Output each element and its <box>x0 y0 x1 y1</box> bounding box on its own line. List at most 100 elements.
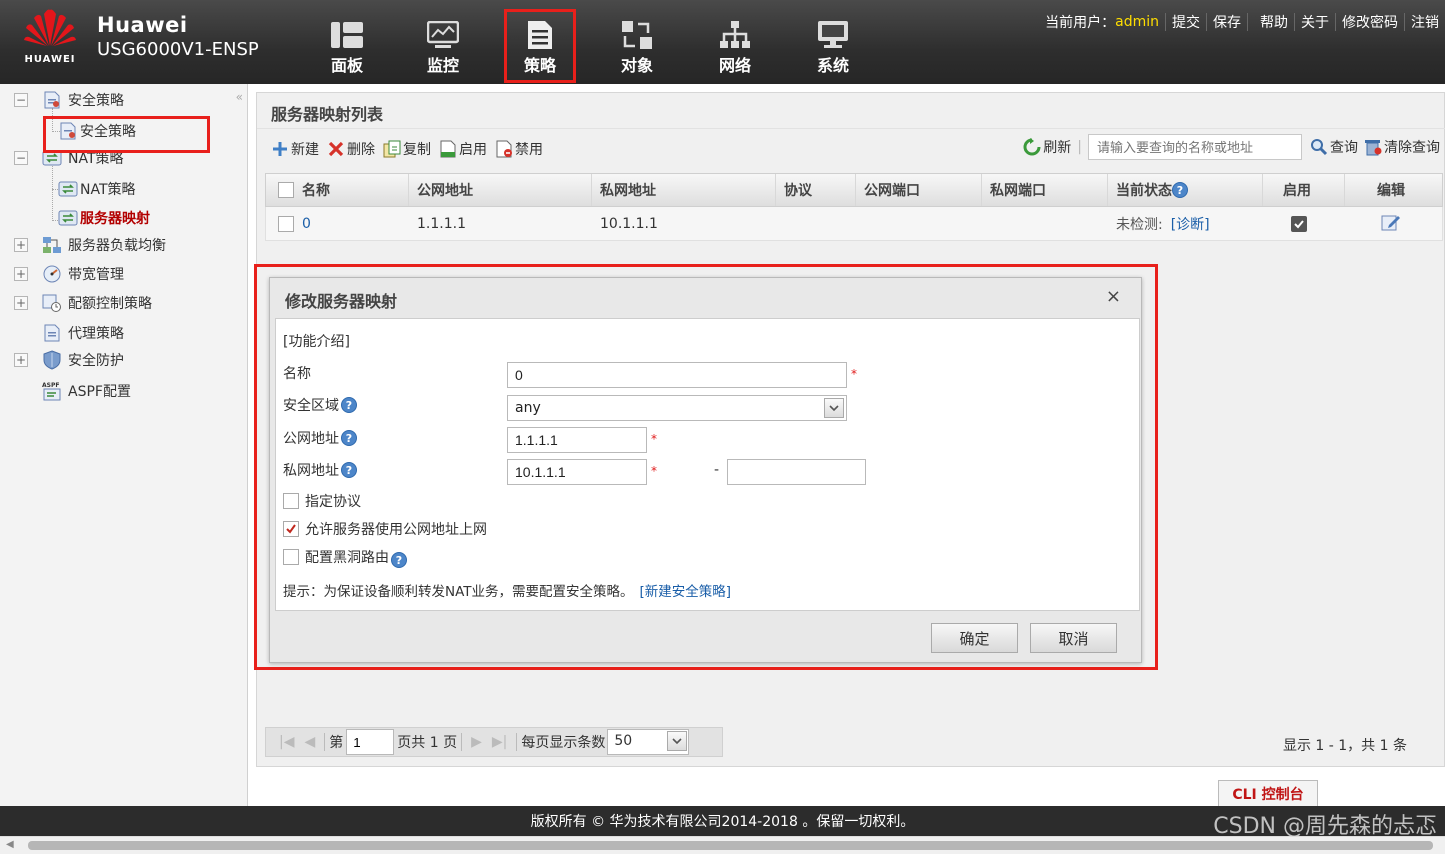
name-label: 名称 <box>283 366 311 382</box>
help-icon[interactable]: ? <box>1172 182 1188 198</box>
save-link[interactable]: 保存 <box>1207 12 1247 32</box>
page-number-input[interactable] <box>346 729 395 755</box>
huawei-logo: HUAWEI <box>18 8 82 68</box>
sidebar-item-nat-policy[interactable]: NAT策略 <box>58 177 136 201</box>
ok-button[interactable]: 确定 <box>931 623 1018 653</box>
expand-icon[interactable]: + <box>14 296 28 310</box>
copy-button[interactable]: 复制 <box>383 139 431 159</box>
edit-server-mapping-dialog: 修改服务器映射 × [功能介绍] 名称 * 安全区域 ? any 公网地址 ? … <box>269 277 1142 663</box>
specify-protocol-row[interactable]: 指定协议 <box>283 491 361 511</box>
edit-icon[interactable] <box>1381 213 1401 235</box>
table-row[interactable]: 0 1.1.1.1 10.1.1.1 未检测: [诊断] <box>265 207 1443 241</box>
feature-intro-link[interactable]: [功能介绍] <box>283 331 350 351</box>
hint-text: 提示：为保证设备顺利转发NAT业务，需要配置安全策略。 <box>283 584 634 600</box>
cancel-button[interactable]: 取消 <box>1030 623 1117 653</box>
next-page-icon[interactable]: ▶ <box>466 734 487 750</box>
help-icon[interactable]: ? <box>391 552 407 568</box>
sidebar-item-quota-control[interactable]: + 配额控制策略 <box>14 291 152 315</box>
private-address-label: 私网地址 <box>283 463 339 479</box>
delete-x-icon <box>327 140 345 158</box>
sidebar-item-aspf[interactable]: ASPF ASPF配置 <box>42 379 131 403</box>
help-link[interactable]: 帮助 <box>1254 12 1294 32</box>
scroll-left-icon[interactable]: ◀ <box>6 839 14 850</box>
nav-monitor[interactable]: 监控 <box>410 10 476 82</box>
sidebar-item-label: 配额控制策略 <box>68 296 152 312</box>
nav-policy[interactable]: 策略 <box>504 9 576 83</box>
page-prefix: 第 <box>329 735 344 751</box>
row-checkbox[interactable] <box>278 215 294 232</box>
nav-network[interactable]: 网络 <box>700 10 770 82</box>
collapse-icon[interactable]: − <box>14 151 28 165</box>
nav-dashboard[interactable]: 面板 <box>314 10 380 82</box>
public-address-field[interactable] <box>507 427 647 453</box>
first-page-icon[interactable]: |◀ <box>274 734 299 750</box>
collapse-sidebar-button[interactable]: « <box>236 90 243 104</box>
row-enabled-checkbox[interactable] <box>1291 215 1307 232</box>
refresh-button[interactable]: 刷新 <box>1023 137 1071 157</box>
collapse-icon[interactable]: − <box>14 93 28 107</box>
commit-link[interactable]: 提交 <box>1166 12 1206 32</box>
private-address-end-field[interactable] <box>727 459 866 485</box>
sidebar-item-bandwidth[interactable]: + 带宽管理 <box>14 262 124 286</box>
specify-protocol-checkbox[interactable] <box>283 493 299 509</box>
chevron-down-icon <box>824 398 844 418</box>
nav-system[interactable]: 系统 <box>798 10 868 82</box>
clear-query-button[interactable]: 清除查询 <box>1364 137 1440 157</box>
about-link[interactable]: 关于 <box>1295 12 1335 32</box>
sidebar-item-server-load-balancing[interactable]: + 服务器负载均衡 <box>14 233 166 257</box>
private-address-field[interactable] <box>507 459 647 485</box>
query-button[interactable]: 查询 <box>1310 137 1358 157</box>
prev-page-icon[interactable]: ◀ <box>299 734 320 750</box>
sidebar-item-label: 服务器负载均衡 <box>68 238 166 254</box>
delete-button[interactable]: 删除 <box>327 139 375 159</box>
sidebar-item-server-mapping[interactable]: 服务器映射 <box>58 206 150 230</box>
close-icon[interactable]: × <box>1106 286 1121 307</box>
column-header[interactable]: 公网地址 <box>409 174 592 206</box>
column-header[interactable]: 公网端口 <box>856 174 982 206</box>
search-input[interactable] <box>1088 134 1302 160</box>
enable-icon <box>439 140 457 158</box>
disable-button[interactable]: 禁用 <box>495 139 543 159</box>
expand-icon[interactable]: + <box>14 353 28 367</box>
logout-link[interactable]: 注销 <box>1405 12 1445 32</box>
nav-object-label: 对象 <box>620 56 653 75</box>
help-icon[interactable]: ? <box>341 430 357 446</box>
dialog-body: [功能介绍] 名称 * 安全区域 ? any 公网地址 ? * 私网地址 ? *… <box>275 318 1140 611</box>
plus-icon <box>271 140 289 158</box>
allow-public-checkbox[interactable] <box>283 521 299 537</box>
expand-icon[interactable]: + <box>14 267 28 281</box>
sidebar: « − 安全策略 安全策略 − NAT策略 NAT策略 服务器映射 + 服务器负… <box>0 84 248 806</box>
sidebar-item-security-protection[interactable]: + 安全防护 <box>14 348 124 372</box>
column-header[interactable]: 私网地址 <box>592 174 776 206</box>
help-icon[interactable]: ? <box>341 397 357 413</box>
horizontal-scrollbar[interactable]: ◀ <box>0 836 1445 854</box>
expand-icon[interactable]: + <box>14 238 28 252</box>
column-header[interactable]: 私网端口 <box>982 174 1108 206</box>
sidebar-item-security-policy-group[interactable]: − 安全策略 <box>14 88 124 112</box>
pager: |◀ ◀ 第 页共 1 页 ▶ ▶| 每页显示条数 50 显示 1 - 1，共 … <box>265 727 1441 757</box>
blackhole-route-row[interactable]: 配置黑洞路由 ? <box>283 546 407 568</box>
security-zone-select[interactable]: any <box>507 395 847 421</box>
name-field[interactable] <box>507 362 847 388</box>
nav-object[interactable]: 对象 <box>602 10 672 82</box>
current-user: admin <box>1115 14 1159 30</box>
new-security-policy-link[interactable]: [新建安全策略] <box>640 580 732 600</box>
diagnose-link[interactable]: [诊断] <box>1171 214 1210 234</box>
row-name-link[interactable]: 0 <box>302 216 311 232</box>
change-password-link[interactable]: 修改密码 <box>1336 12 1404 32</box>
disable-icon <box>495 140 513 158</box>
new-button[interactable]: 新建 <box>271 139 319 159</box>
dashboard-icon <box>330 20 364 50</box>
select-all-checkbox[interactable] <box>278 182 294 198</box>
allow-public-row[interactable]: 允许服务器使用公网地址上网 <box>283 519 487 539</box>
sidebar-item-proxy-policy[interactable]: 代理策略 <box>42 321 124 345</box>
last-page-icon[interactable]: ▶| <box>487 734 512 750</box>
help-icon[interactable]: ? <box>341 462 357 478</box>
scrollbar-thumb[interactable] <box>28 841 1433 850</box>
column-header[interactable]: 协议 <box>776 174 856 206</box>
per-page-select[interactable]: 50 <box>607 729 690 755</box>
blackhole-route-checkbox[interactable] <box>283 549 299 565</box>
load-balance-icon <box>42 235 62 255</box>
cli-console-button[interactable]: CLI 控制台 <box>1218 780 1318 807</box>
enable-button[interactable]: 启用 <box>439 139 487 159</box>
